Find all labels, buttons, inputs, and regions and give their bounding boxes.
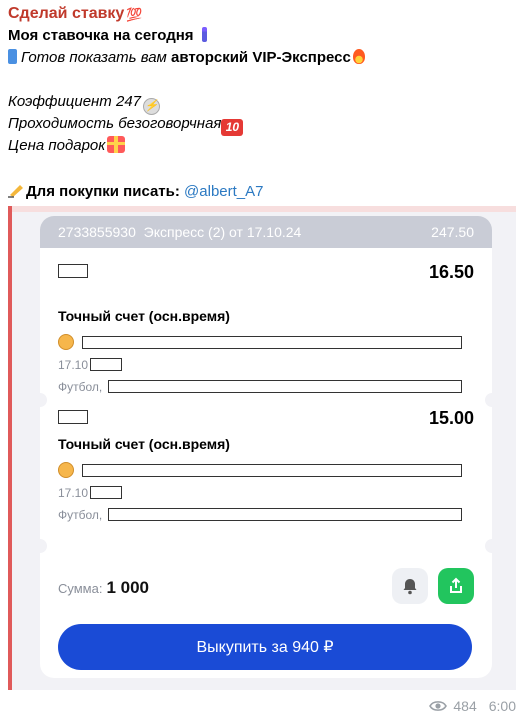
ticket-image[interactable]: 2733855930 Экспресс (2) от 17.10.24 247.… [8,206,516,690]
redacted-league [108,508,462,521]
bet-odds: 15.00 [428,408,474,428]
sum: Сумма: 1 000 [58,578,150,597]
bet-market: Точный счет (осн.время) [58,308,230,324]
bet-date: 17.10 [58,486,89,500]
buy-button[interactable]: Выкупить за 940 ₽ [58,624,472,670]
ticket-title: Экспресс (2) от 17.10.24 [143,224,302,240]
sender-name[interactable]: Сделай ставку 💯 [8,3,520,25]
bet-market: Точный счет (осн.время) [58,436,230,452]
redacted-league [108,380,462,393]
message-time: 6:00 [488,698,516,714]
bet-sport: Футбол, [58,380,103,394]
ticket-header: 2733855930 Экспресс (2) от 17.10.24 247.… [40,216,492,248]
bet-odds: 16.50 [428,262,474,282]
redacted-time [90,358,122,371]
bet-date: 17.10 [58,358,89,372]
redacted-box [58,264,88,278]
share-button[interactable] [438,568,474,604]
gift-icon [107,136,126,153]
fire-icon [352,49,365,64]
football-icon [58,462,74,478]
redacted-teams [82,464,462,477]
cigarette-icon [201,27,207,42]
contact-line: Для покупки писать: @albert_A7 [8,181,520,203]
phone-icon [8,49,17,64]
bet-2: 15.00 Точный счет (осн.время) 17.10 Футб… [40,400,492,552]
ticket-id: 2733855930 [58,224,136,240]
coef-line: Коэффициент 247 ⚡ [8,91,520,115]
eye-icon [429,701,448,711]
message: Сделай ставку 💯 Моя ставочка на сегодня Г… [8,0,520,203]
redacted-box [58,410,88,424]
message-line-2: Готов показать вам авторский VIP-Экспрес… [8,47,520,69]
redacted-teams [82,336,462,349]
football-icon [58,334,74,350]
views-count: 484 [453,698,477,714]
bell-icon [403,579,417,595]
pass-line: Проходимость безоговорчная 10 [8,113,520,136]
bet-1: 16.50 Точный счет (осн.время) 17.10 Футб… [40,248,492,400]
share-icon [450,577,462,593]
ticket-total-odds: 247.50 [431,224,474,240]
message-meta: 484 6:00 [429,698,516,714]
writing-hand-icon [8,183,26,198]
price-line: Цена подарок [8,135,520,157]
bell-button[interactable] [392,568,428,604]
ten-icon: 10 [221,119,244,136]
ticket-card: 2733855930 Экспресс (2) от 17.10.24 247.… [40,216,492,678]
sum-value: 1 000 [106,578,150,597]
hundred-icon: 💯 [126,7,143,22]
contact-link[interactable]: @albert_A7 [184,183,263,200]
bet-sport: Футбол, [58,508,103,522]
message-line-1: Моя ставочка на сегодня [8,25,520,47]
redacted-time [90,486,122,499]
